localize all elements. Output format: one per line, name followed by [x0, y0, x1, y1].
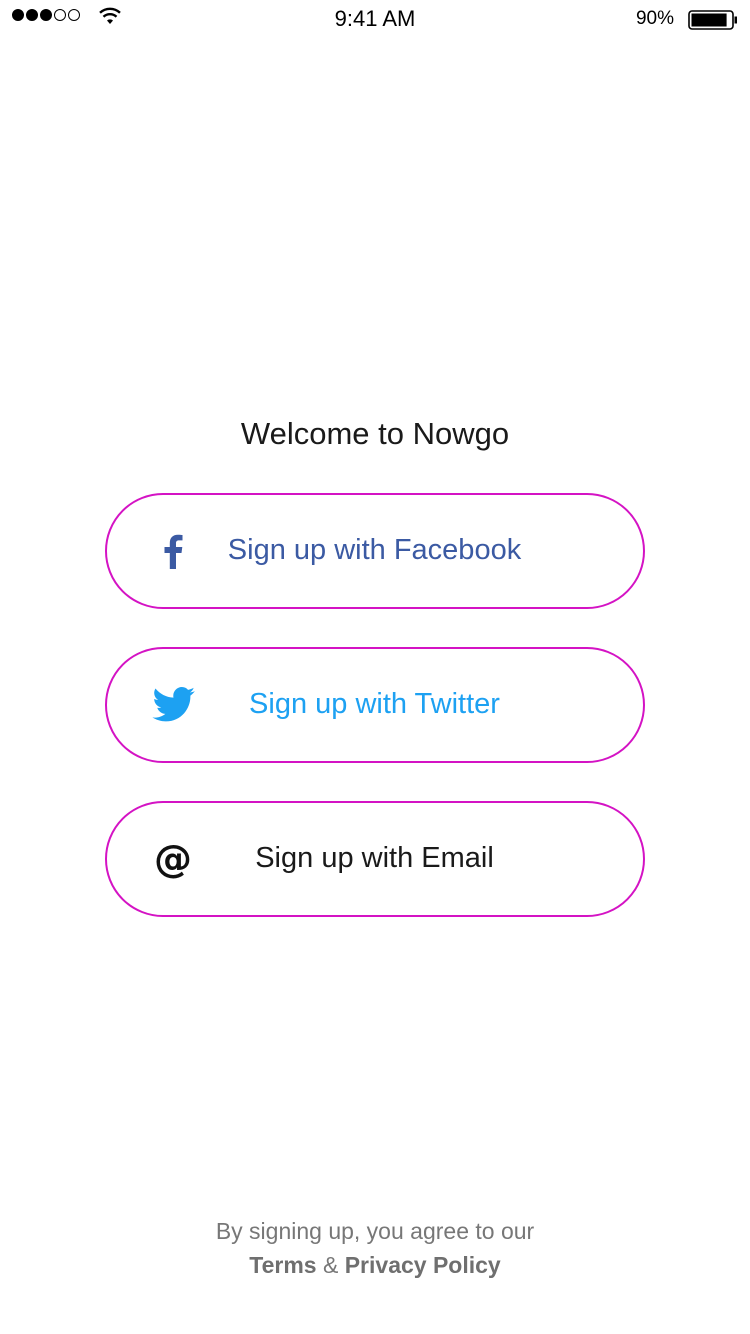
battery-icon: [688, 10, 737, 30]
legal-footer: By signing up, you agree to our Terms & …: [0, 1214, 750, 1282]
terms-link[interactable]: Terms: [249, 1252, 316, 1278]
privacy-policy-link[interactable]: Privacy Policy: [345, 1252, 501, 1278]
signup-twitter-button[interactable]: Sign up with Twitter: [105, 647, 645, 763]
signup-screen: 9:41 AM 90% Welcome to Nowgo Sign up wit…: [0, 0, 750, 1334]
signup-facebook-button[interactable]: Sign up with Facebook: [105, 493, 645, 609]
legal-links: Terms & Privacy Policy: [0, 1248, 750, 1282]
welcome-title: Welcome to Nowgo: [240, 416, 510, 451]
status-bar: 9:41 AM 90%: [0, 0, 750, 40]
signup-email-label: Sign up with Email: [255, 842, 494, 874]
legal-text: By signing up, you agree to our: [215, 1218, 535, 1244]
signup-facebook-label: Sign up with Facebook: [227, 534, 522, 566]
signup-email-button[interactable]: @ Sign up with Email: [105, 801, 645, 917]
legal-separator: &: [322, 1252, 339, 1278]
battery-percent: 90%: [635, 8, 674, 29]
signup-twitter-label: Sign up with Twitter: [249, 688, 500, 720]
